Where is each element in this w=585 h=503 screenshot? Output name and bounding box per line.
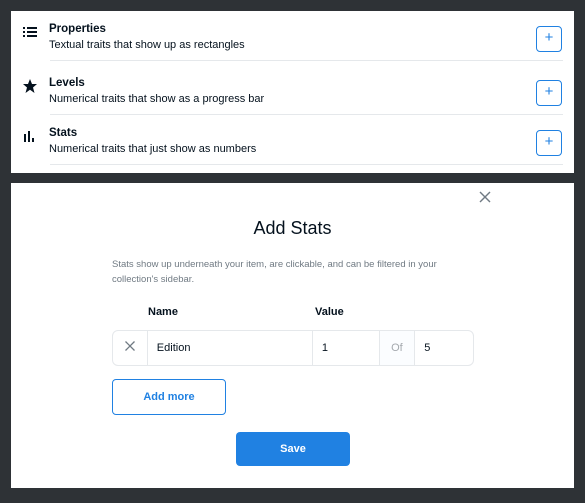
modal-description: Stats show up underneath your item, are … xyxy=(112,259,437,285)
save-button[interactable]: Save xyxy=(236,432,350,466)
trait-description: Numerical traits that show as a progress… xyxy=(49,93,265,105)
trait-title: Properties xyxy=(49,23,106,35)
trait-description: Textual traits that show up as rectangle… xyxy=(49,39,245,51)
divider xyxy=(50,60,563,61)
stat-max-input[interactable]: 5 xyxy=(415,331,473,365)
stat-value-input[interactable]: 1 xyxy=(313,331,380,365)
remove-row-button[interactable] xyxy=(113,331,148,365)
close-icon xyxy=(124,339,136,357)
list-icon xyxy=(22,24,38,40)
close-icon[interactable] xyxy=(477,189,493,205)
of-label: Of xyxy=(379,331,416,365)
modal-title: Add Stats xyxy=(253,218,332,238)
add-levels-button[interactable]: + xyxy=(536,80,562,106)
stat-row: Edition 1 Of 5 xyxy=(112,330,474,366)
trait-title: Stats xyxy=(49,127,78,139)
bar-chart-icon xyxy=(22,128,38,144)
star-icon xyxy=(22,78,38,94)
trait-row-levels: Levels Numerical traits that show as a p… xyxy=(11,65,574,115)
column-header-value: Value xyxy=(315,306,344,318)
traits-panel: Properties Textual traits that show up a… xyxy=(11,11,574,173)
column-header-name: Name xyxy=(148,306,178,318)
add-more-button[interactable]: Add more xyxy=(112,379,226,415)
add-stats-button[interactable]: + xyxy=(536,130,562,156)
divider xyxy=(50,164,563,165)
trait-row-properties: Properties Textual traits that show up a… xyxy=(11,11,574,61)
add-properties-button[interactable]: + xyxy=(536,26,562,52)
stat-name-input[interactable]: Edition xyxy=(148,331,313,365)
trait-title: Levels xyxy=(49,77,85,89)
add-stats-modal: Add Stats Stats show up underneath your … xyxy=(11,183,574,488)
trait-row-stats: Stats Numerical traits that just show as… xyxy=(11,115,574,165)
trait-description: Numerical traits that just show as numbe… xyxy=(49,143,257,155)
